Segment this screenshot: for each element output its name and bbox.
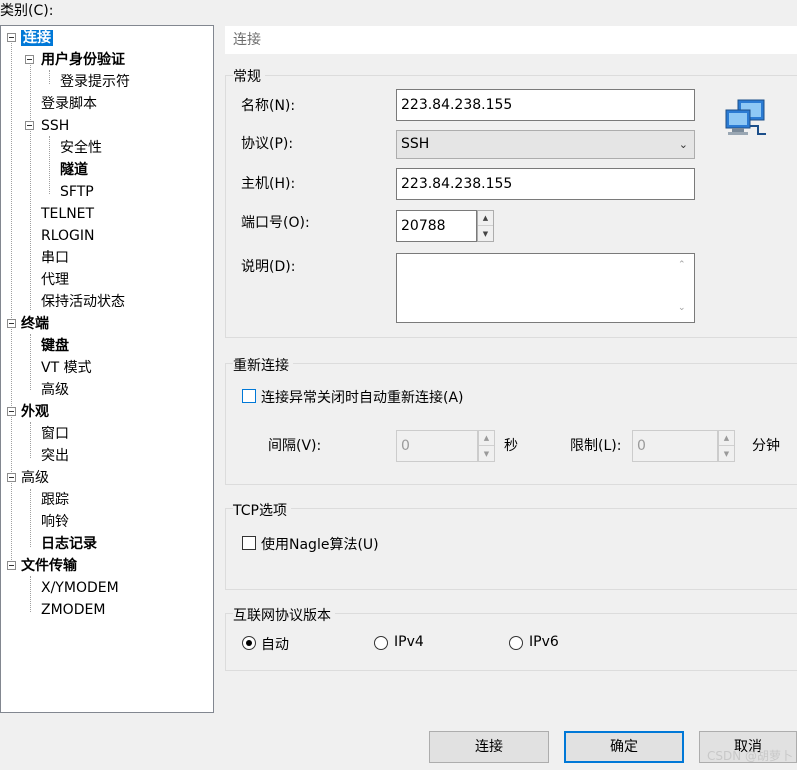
limit-field[interactable]: 0 <box>632 430 718 462</box>
collapse-icon[interactable] <box>7 473 16 482</box>
tree-item-serial[interactable]: 串口 <box>41 247 69 269</box>
interval-label: 间隔(V): <box>268 438 322 454</box>
ipv6-label: IPv6 <box>529 634 559 650</box>
tree-item-ssh[interactable]: SSH <box>23 115 69 137</box>
general-group-title: 常规 <box>233 66 265 86</box>
scroll-down-icon[interactable]: ⌄ <box>678 303 686 313</box>
ip-auto-radio[interactable] <box>242 636 256 650</box>
nagle-label: 使用Nagle算法(U) <box>261 537 379 553</box>
protocol-value: SSH <box>401 136 430 152</box>
tree-item-highlight[interactable]: 突出 <box>41 445 69 467</box>
spin-up-icon[interactable]: ▲ <box>478 211 493 226</box>
tree-item-file-transfer[interactable]: 文件传输 <box>5 555 77 577</box>
tcp-group-title: TCP选项 <box>233 500 291 520</box>
tree-item-security[interactable]: 安全性 <box>60 137 102 159</box>
tree-item-keepalive[interactable]: 保持活动状态 <box>41 291 125 313</box>
category-tree[interactable]: 连接 用户身份验证 登录提示符 登录脚本 SSH 安全性 隧道 SFTP TEL… <box>0 25 214 713</box>
protocol-label: 协议(P): <box>241 136 294 152</box>
network-computers-icon <box>724 98 770 140</box>
spin-down-icon[interactable]: ▼ <box>719 446 734 461</box>
tree-item-appearance[interactable]: 外观 <box>5 401 49 423</box>
tree-item-xymodem[interactable]: X/YMODEM <box>41 577 119 599</box>
protocol-select[interactable]: SSH ⌄ <box>396 130 695 159</box>
scroll-up-icon[interactable]: ⌃ <box>678 260 686 270</box>
tree-item-bell[interactable]: 响铃 <box>41 511 69 533</box>
tree-line <box>49 136 50 194</box>
tree-item-telnet[interactable]: TELNET <box>41 203 94 225</box>
port-field[interactable]: 20788 <box>396 210 477 242</box>
interval-unit: 秒 <box>504 438 518 454</box>
tree-item-rlogin[interactable]: RLOGIN <box>41 225 95 247</box>
auto-reconnect-checkbox[interactable] <box>242 389 256 403</box>
tree-line <box>30 422 31 458</box>
reconnect-group <box>225 363 797 485</box>
tree-item-terminal-advanced[interactable]: 高级 <box>41 379 69 401</box>
tree-item-user-auth[interactable]: 用户身份验证 <box>23 49 125 71</box>
collapse-icon[interactable] <box>25 121 34 130</box>
tree-item-terminal[interactable]: 终端 <box>5 313 49 335</box>
collapse-icon[interactable] <box>7 33 16 42</box>
tree-item-login-script[interactable]: 登录脚本 <box>41 93 97 115</box>
connect-button[interactable]: 连接 <box>429 731 549 763</box>
ipv4-radio[interactable] <box>374 636 388 650</box>
interval-field[interactable]: 0 <box>396 430 478 462</box>
tree-item-zmodem[interactable]: ZMODEM <box>41 599 105 621</box>
tree-item-login-prompt[interactable]: 登录提示符 <box>60 71 130 93</box>
description-label: 说明(D): <box>241 259 296 275</box>
tree-item-tunnel[interactable]: 隧道 <box>60 159 88 181</box>
tree-item-connection[interactable]: 连接 <box>5 27 53 49</box>
collapse-icon[interactable] <box>7 561 16 570</box>
spin-up-icon[interactable]: ▲ <box>719 431 734 446</box>
tree-line <box>30 60 31 310</box>
tree-item-trace[interactable]: 跟踪 <box>41 489 69 511</box>
collapse-icon[interactable] <box>7 319 16 328</box>
ipv6-radio[interactable] <box>509 636 523 650</box>
name-field[interactable]: 223.84.238.155 <box>396 89 695 121</box>
host-label: 主机(H): <box>241 176 296 192</box>
category-label: 类别(C): <box>0 3 54 19</box>
ipv4-label: IPv4 <box>394 634 424 650</box>
spin-down-icon[interactable]: ▼ <box>478 226 493 241</box>
panel-header: 连接 <box>225 26 797 54</box>
tree-line <box>30 576 31 612</box>
limit-spinner[interactable]: ▲ ▼ <box>718 430 735 462</box>
tree-item-window[interactable]: 窗口 <box>41 423 69 445</box>
tree-item-advanced[interactable]: 高级 <box>5 467 49 489</box>
tree-line <box>30 334 31 390</box>
ip-auto-label: 自动 <box>261 637 289 653</box>
limit-label: 限制(L): <box>570 438 622 454</box>
nagle-checkbox[interactable] <box>242 536 256 550</box>
tree-line <box>30 489 31 547</box>
collapse-icon[interactable] <box>7 407 16 416</box>
host-field[interactable]: 223.84.238.155 <box>396 168 695 200</box>
port-spinner[interactable]: ▲ ▼ <box>477 210 494 242</box>
tree-item-sftp[interactable]: SFTP <box>60 181 94 203</box>
ip-version-group-title: 互联网协议版本 <box>233 605 335 625</box>
watermark: CSDN @胡萝卜 <box>706 749 793 763</box>
tree-item-keyboard[interactable]: 键盘 <box>41 335 69 357</box>
collapse-icon[interactable] <box>25 55 34 64</box>
interval-spinner[interactable]: ▲ ▼ <box>478 430 495 462</box>
tree-line <box>49 70 50 84</box>
tree-item-vt-mode[interactable]: VT 模式 <box>41 357 92 379</box>
tree-item-logging[interactable]: 日志记录 <box>41 533 97 555</box>
port-label: 端口号(O): <box>241 215 310 231</box>
tree-item-proxy[interactable]: 代理 <box>41 269 69 291</box>
chevron-down-icon: ⌄ <box>678 138 688 151</box>
ok-button[interactable]: 确定 <box>564 731 684 763</box>
description-field[interactable] <box>396 253 695 323</box>
spin-up-icon[interactable]: ▲ <box>479 431 494 446</box>
limit-unit: 分钟 <box>752 438 780 454</box>
reconnect-group-title: 重新连接 <box>233 355 293 375</box>
name-label: 名称(N): <box>241 98 296 114</box>
spin-down-icon[interactable]: ▼ <box>479 446 494 461</box>
auto-reconnect-label: 连接异常关闭时自动重新连接(A) <box>261 390 464 406</box>
